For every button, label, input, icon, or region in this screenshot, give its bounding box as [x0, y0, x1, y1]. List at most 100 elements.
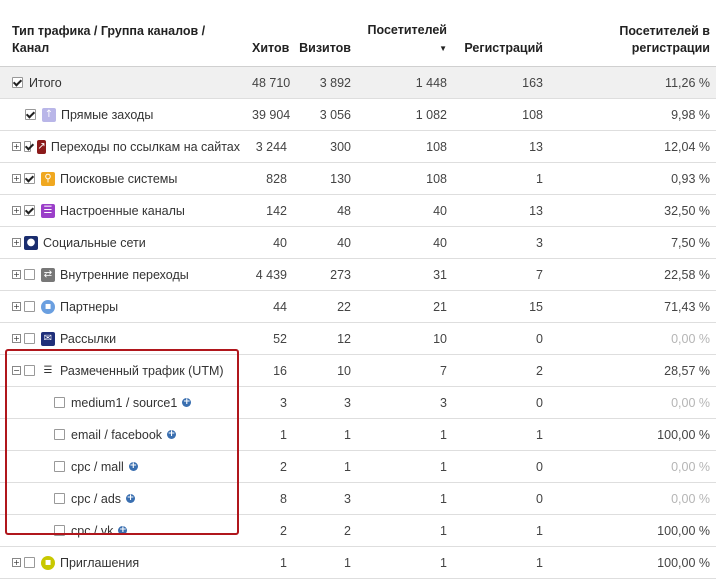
expand-icon[interactable]: +	[12, 558, 21, 567]
row-label[interactable]: Социальные сети	[43, 236, 146, 250]
cell-visitors: 1 082	[357, 98, 453, 131]
swap-arrows-icon: ⇄	[41, 267, 55, 282]
cell-conv: 0,00 %	[549, 482, 716, 515]
table-row: + ↗ Переходы по ссылкам на сайтах 3 244 …	[0, 130, 716, 163]
row-label[interactable]: cpc / mall	[71, 460, 124, 474]
cell-regs: 1	[453, 418, 549, 451]
row-label[interactable]: Размеченный трафик (UTM)	[60, 364, 224, 378]
cell-visits: 273	[293, 258, 357, 291]
checkbox[interactable]	[54, 493, 65, 504]
cell-regs: 15	[453, 290, 549, 323]
cell-visits: 1	[293, 418, 357, 451]
cell-hits: 142	[246, 194, 293, 227]
add-circle-icon[interactable]: +	[182, 398, 192, 407]
cell-regs: 13	[453, 130, 549, 163]
expand-icon[interactable]: +	[12, 206, 21, 215]
checkbox[interactable]	[54, 397, 65, 408]
cell-regs: 13	[453, 194, 549, 227]
checkbox[interactable]	[25, 109, 36, 120]
cell-hits: 3 244	[246, 130, 293, 163]
cell-visits: 2	[293, 514, 357, 547]
add-circle-icon[interactable]: +	[118, 526, 128, 535]
row-label[interactable]: Партнеры	[60, 300, 118, 314]
cell-visitors: 108	[357, 130, 453, 163]
external-link-icon: ↗	[37, 139, 46, 154]
row-label[interactable]: Поисковые системы	[60, 172, 177, 186]
cell-conv: 12,04 %	[549, 130, 716, 163]
expand-icon[interactable]: +	[12, 334, 21, 343]
checkbox[interactable]	[24, 365, 35, 376]
row-label[interactable]: Приглашения	[60, 556, 139, 570]
cell-conv: 100,00 %	[549, 546, 716, 579]
cell-hits: 4 439	[246, 258, 293, 291]
cell-hits: 1	[246, 418, 293, 451]
checkbox[interactable]	[54, 461, 65, 472]
checkbox[interactable]	[24, 269, 35, 280]
expand-icon[interactable]: +	[12, 142, 21, 151]
table-row: + ⇄ Внутренние переходы 4 439 273 31 7 2…	[0, 258, 716, 291]
table-row: + ▪ Партнеры 44 22 21 15 71,43 %	[0, 290, 716, 323]
cell-regs: 0	[453, 482, 549, 515]
cell-hits: 828	[246, 162, 293, 195]
cell-visitors: 7	[357, 354, 453, 387]
checkbox[interactable]	[24, 301, 35, 312]
expand-icon[interactable]: +	[12, 174, 21, 183]
add-circle-icon[interactable]: +	[167, 430, 177, 439]
checkbox[interactable]	[54, 429, 65, 440]
expand-icon[interactable]: +	[12, 270, 21, 279]
cell-regs: 1	[453, 546, 549, 579]
cell-visitors: 108	[357, 162, 453, 195]
collapse-icon[interactable]: −	[12, 366, 21, 375]
row-label[interactable]: Переходы по ссылкам на сайтах	[51, 140, 240, 154]
cell-hits: 44	[246, 290, 293, 323]
cell-visits: 22	[293, 290, 357, 323]
header-conv[interactable]: Посетителей в регистрации	[549, 0, 716, 67]
header-hits[interactable]: Хитов	[246, 0, 293, 67]
checkbox[interactable]	[12, 77, 23, 88]
traffic-table: Тип трафика / Группа каналов / Канал Хит…	[0, 0, 716, 579]
cell-visitors: 40	[357, 194, 453, 227]
header-visits[interactable]: Визитов	[293, 0, 357, 67]
row-label[interactable]: cpc / vk	[71, 524, 113, 538]
header-name[interactable]: Тип трафика / Группа каналов / Канал	[0, 0, 246, 67]
cell-hits: 3	[246, 386, 293, 419]
cell-regs: 108	[453, 98, 549, 131]
row-label[interactable]: cpc / ads	[71, 492, 121, 506]
table-row-utm-child: medium1 / source1 + 3 3 3 0 0,00 %	[0, 386, 716, 419]
expand-icon[interactable]: +	[12, 238, 21, 247]
expand-icon[interactable]: +	[12, 302, 21, 311]
cell-conv: 7,50 %	[549, 226, 716, 259]
cell-hits: 1	[246, 546, 293, 579]
list-icon: ☰	[41, 203, 55, 218]
row-label[interactable]: email / facebook	[71, 428, 162, 442]
cell-conv: 11,26 %	[549, 66, 716, 99]
row-label[interactable]: Рассылки	[60, 332, 116, 346]
checkbox[interactable]	[24, 333, 35, 344]
cell-regs: 0	[453, 386, 549, 419]
cell-visitors: 1	[357, 514, 453, 547]
table-header: Тип трафика / Группа каналов / Канал Хит…	[0, 0, 716, 67]
table-row: + ☰ Настроенные каналы 142 48 40 13 32,5…	[0, 194, 716, 227]
header-visitors-label: Посетителей	[367, 23, 448, 37]
table-row: + ● Социальные сети 40 40 40 3 7,50 %	[0, 226, 716, 259]
cell-visitors: 21	[357, 290, 453, 323]
checkbox[interactable]	[23, 141, 32, 152]
cell-visits: 130	[293, 162, 357, 195]
row-label[interactable]: Внутренние переходы	[60, 268, 189, 282]
checkbox[interactable]	[24, 205, 35, 216]
checkbox[interactable]	[24, 557, 35, 568]
add-circle-icon[interactable]: +	[126, 494, 136, 503]
list-icon: ☰	[43, 364, 53, 376]
cell-visitors: 1	[357, 546, 453, 579]
cell-visits: 40	[293, 226, 357, 259]
row-label[interactable]: Прямые заходы	[61, 108, 153, 122]
add-circle-icon[interactable]: +	[128, 462, 138, 471]
checkbox[interactable]	[54, 525, 65, 536]
cell-visits: 300	[293, 130, 357, 163]
row-label[interactable]: Настроенные каналы	[60, 204, 185, 218]
checkbox[interactable]	[24, 173, 35, 184]
cell-conv: 28,57 %	[549, 354, 716, 387]
row-label[interactable]: medium1 / source1	[71, 396, 177, 410]
header-regs[interactable]: Регистраций	[453, 0, 549, 67]
header-visitors[interactable]: Посетителей ▼	[357, 0, 453, 67]
